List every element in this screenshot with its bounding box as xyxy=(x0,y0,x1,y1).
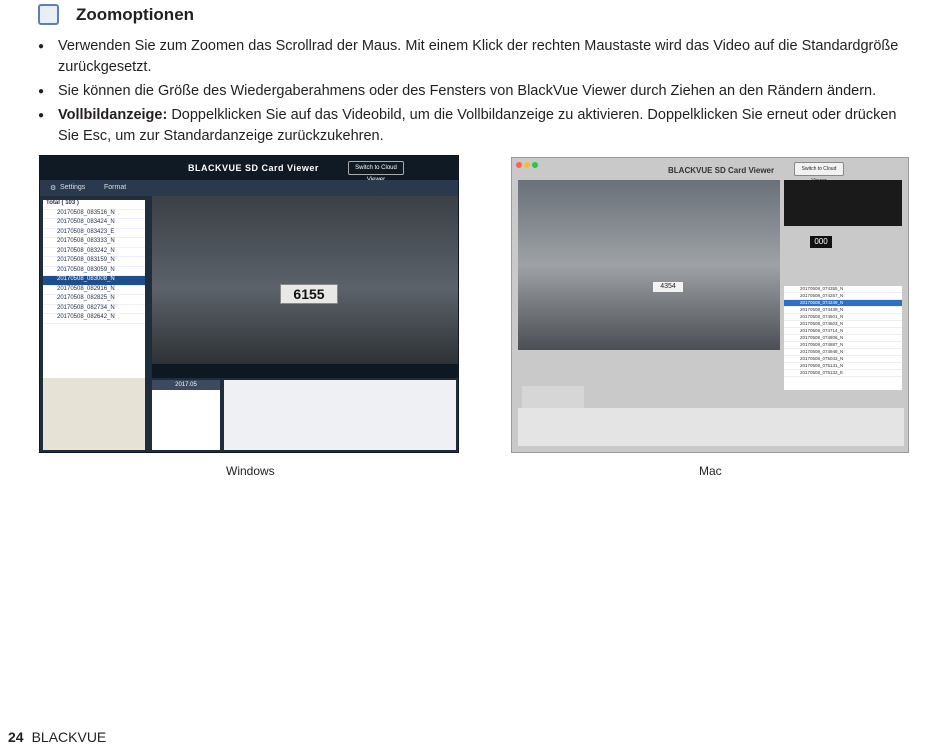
file-list-item: 20170508_074806_N xyxy=(784,335,902,342)
file-list-item: 20170508_074355_N xyxy=(784,286,902,293)
windows-screenshot: BLACKVUE SD Card Viewer Switch to Cloud … xyxy=(39,155,459,453)
timeline-panel xyxy=(518,408,904,446)
mac-screenshot: BLACKVUE SD Card Viewer Switch to Cloud … xyxy=(511,157,909,453)
timeline-panel xyxy=(224,380,456,450)
section-heading: Zoomoptionen xyxy=(38,4,194,25)
file-list: Total ( 103 ) 20170508_083516_N 20170508_… xyxy=(43,200,145,388)
windows-caption: Windows xyxy=(226,464,275,478)
file-list-item: 20170508_082916_N xyxy=(43,286,145,295)
file-list-item: 20170508_075131_N xyxy=(784,363,902,370)
bullet-item: Sie können die Größe des Wiedergaberahme… xyxy=(38,81,918,102)
file-list-item: 20170508_083008_N xyxy=(43,276,145,286)
file-list-item: 20170508_075133_E xyxy=(784,370,902,377)
playback-controls xyxy=(152,364,458,378)
file-list-item: 20170508_074257_N xyxy=(784,293,902,300)
file-list-item: 20170508_082825_N xyxy=(43,295,145,305)
map-panel xyxy=(43,378,145,450)
settings-label: Settings xyxy=(60,184,86,191)
format-label: Format xyxy=(104,184,127,191)
cloud-viewer-button: Switch to Cloud Viewer xyxy=(348,161,404,183)
file-list-item: 20170508_083423_E xyxy=(43,229,145,238)
file-list-item: 20170508_074439_N xyxy=(784,307,902,314)
file-list-item: 20170508_083424_N xyxy=(43,219,145,229)
video-frame: 4354 xyxy=(518,180,780,350)
bullet-list: Verwenden Sie zum Zoomen das Scrollrad d… xyxy=(38,36,918,150)
close-dot-icon xyxy=(516,162,522,168)
file-list: 20170508_074355_N 20170508_074257_N 201705… xyxy=(784,286,902,390)
file-list-item: 20170508_074501_N xyxy=(784,314,902,321)
file-list-item: 20170508_082642_N xyxy=(43,314,145,324)
minimize-dot-icon xyxy=(524,162,530,168)
speed-readout: 000 xyxy=(810,236,832,248)
file-list-item: 20170508_083516_N xyxy=(43,210,145,219)
bullet-bold-label: Vollbildanzeige: xyxy=(58,107,168,123)
app-title: BLACKVUE SD Card Viewer xyxy=(668,166,775,175)
file-list-item: 20170508_074887_N xyxy=(784,342,902,349)
bullet-item: Verwenden Sie zum Zoomen das Scrollrad d… xyxy=(38,36,918,78)
page-footer: 24 BLACKVUE xyxy=(8,729,106,744)
mac-caption: Mac xyxy=(699,464,722,478)
gsensor-graph xyxy=(784,180,902,226)
calendar-month: 2017.05 xyxy=(152,380,220,390)
license-plate: 6155 xyxy=(280,284,338,304)
file-list-item: 20170508_074249_N xyxy=(784,300,902,307)
footer-brand: BLACKVUE xyxy=(31,729,107,744)
page-title: Zoomoptionen xyxy=(76,4,195,24)
file-list-item: 20170508_083333_N xyxy=(43,238,145,248)
file-list-item: 20170508_082734_N xyxy=(43,305,145,314)
license-plate: 4354 xyxy=(653,282,683,292)
file-list-item: 20170508_074714_N xyxy=(784,328,902,335)
gear-icon: ⚙ xyxy=(50,185,57,192)
file-list-item: 20170508_075043_N xyxy=(784,356,902,363)
file-list-item: 20170508_083159_N xyxy=(43,257,145,267)
file-list-item: 20170508_083242_N xyxy=(43,248,145,257)
maximize-dot-icon xyxy=(532,162,538,168)
windows-titlebar: BLACKVUE SD Card Viewer Switch to Cloud … xyxy=(40,156,458,183)
windows-toolbar: ⚙ Settings Format xyxy=(40,180,458,196)
file-list-item: 20170508_074948_N xyxy=(784,349,902,356)
total-label: Total ( 103 ) xyxy=(43,200,145,210)
video-frame: 6155 xyxy=(152,196,458,364)
heading-checkbox-icon xyxy=(38,4,59,25)
bullet-item: Vollbildanzeige: Doppelklicken Sie auf d… xyxy=(38,105,918,147)
file-list-item: 20170508_074603_N xyxy=(784,321,902,328)
file-list-item: 20170508_083059_N xyxy=(43,267,145,276)
app-title: BLACKVUE SD Card Viewer xyxy=(188,163,319,173)
page-number: 24 xyxy=(8,729,24,744)
cloud-viewer-button: Switch to Cloud Viewer xyxy=(794,162,844,184)
calendar-panel: 2017.05 xyxy=(152,380,220,450)
